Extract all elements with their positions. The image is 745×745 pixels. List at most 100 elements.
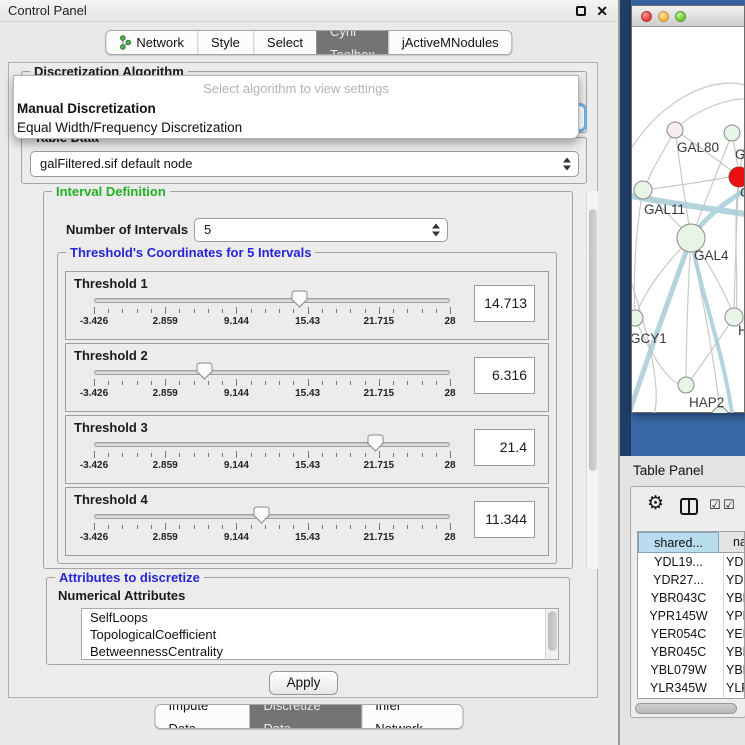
table-row[interactable]: YBR045CYBR0 <box>638 643 744 661</box>
attribute-list-item[interactable]: SelfLoops <box>82 609 558 626</box>
popup-placeholder: Select algorithm to view settings <box>14 79 578 99</box>
threshold-label: Threshold 4 <box>74 492 148 507</box>
column-header-shared-name[interactable]: shared... <box>638 532 719 553</box>
cell-shared-name: YDL19... <box>638 553 719 571</box>
table-panel-title: Table Panel <box>633 463 704 478</box>
slider-ticks <box>94 379 450 387</box>
attribute-list-item[interactable]: TopologicalCoefficient <box>82 626 558 643</box>
table-row[interactable]: YBR043CYBR0 <box>638 589 744 607</box>
right-area: GAL80GAGAL11CGAL4GCY1HHAP2 Table Panel ⚙… <box>620 0 745 745</box>
number-of-intervals-combo[interactable]: 5 <box>194 218 448 242</box>
checkbox-icon[interactable]: ☑ <box>709 498 721 513</box>
table-row[interactable]: YIL052CYIL0 <box>638 697 744 699</box>
slider-thumb[interactable] <box>253 506 270 524</box>
node-label-gcy1: GCY1 <box>632 331 667 346</box>
table-panel: ⚙ ☑ ☑ shared... na YDL19...YDL1YDR27...Y… <box>630 486 745 718</box>
threshold-slider-track[interactable] <box>94 442 450 447</box>
attributes-group: Attributes to discretize Numerical Attri… <box>46 577 570 665</box>
table-row[interactable]: YER054CYER0 <box>638 625 744 643</box>
attribute-list-item[interactable]: BetweennessCentrality <box>82 643 558 660</box>
interval-definition-group: Interval Definition Number of Intervals … <box>43 191 573 569</box>
network-window-titlebar <box>632 6 744 27</box>
close-icon[interactable]: ✕ <box>596 2 608 20</box>
tab-jactivemnodules[interactable]: jActiveMNodules <box>388 31 512 54</box>
node-table: shared... na YDL19...YDL1YDR27...YDR2YBR… <box>637 531 745 699</box>
cell-name: YIL0 <box>726 697 744 699</box>
slider-thumb[interactable] <box>367 434 384 452</box>
algorithm-popup: Select algorithm to view settings Manual… <box>13 75 579 139</box>
number-of-intervals-value: 5 <box>204 219 211 241</box>
table-row[interactable]: YLR345WYLR3 <box>638 679 744 697</box>
network-node-labels: GAL80GAGAL11CGAL4GCY1HHAP2 <box>632 140 744 410</box>
threshold-slider-track[interactable] <box>94 298 450 303</box>
table-row[interactable]: YDR27...YDR2 <box>638 571 744 589</box>
checkbox-icon[interactable]: ☑ <box>723 498 735 513</box>
gear-icon[interactable]: ⚙ <box>647 492 664 514</box>
tab-discretize-data[interactable]: Discretize Data <box>250 705 362 728</box>
attributes-scrollbar[interactable] <box>545 609 558 659</box>
threshold-slider-track[interactable] <box>94 514 450 519</box>
table-data-combo[interactable]: galFiltered.sif default node <box>30 151 579 177</box>
apply-button[interactable]: Apply <box>269 671 338 695</box>
threshold-label: Threshold 3 <box>74 420 148 435</box>
slider-tick-labels: -3.4262.8599.14415.4321.71528 <box>94 388 450 400</box>
columns-icon[interactable] <box>680 498 698 515</box>
tab-impute-data[interactable]: Impute Data <box>156 705 250 728</box>
slider-thumb[interactable] <box>196 362 213 380</box>
close-traffic-light[interactable] <box>641 11 652 22</box>
tab-label: Select <box>267 31 303 54</box>
desktop-edge <box>620 0 631 456</box>
popup-item[interactable]: Manual Discretization <box>14 99 578 118</box>
network-nodes <box>632 122 744 413</box>
tab-infer-network[interactable]: Infer Network <box>361 705 462 728</box>
numerical-attributes-list[interactable]: SelfLoopsTopologicalCoefficientBetweenne… <box>81 608 559 660</box>
minimize-traffic-light[interactable] <box>658 11 669 22</box>
threshold-value-field[interactable]: 6.316 <box>474 357 535 394</box>
node-label-ga: GA <box>735 147 744 162</box>
group-title-attributes: Attributes to discretize <box>55 570 204 585</box>
threshold-value-field[interactable]: 11.344 <box>474 501 535 538</box>
threshold-value-field[interactable]: 21.4 <box>474 429 535 466</box>
table-row[interactable]: YPR145WYPR1 <box>638 607 744 625</box>
numerical-attributes-label: Numerical Attributes <box>58 588 185 603</box>
table-panel-section: Table Panel ⚙ ☑ ☑ shared... na YDL19...Y… <box>620 456 745 745</box>
zoom-traffic-light[interactable] <box>675 11 686 22</box>
threshold-panel: Threshold 1-3.4262.8599.14415.4321.71528… <box>65 271 549 340</box>
cell-name: YLR3 <box>726 679 744 697</box>
tab-style[interactable]: Style <box>197 31 253 54</box>
popup-item[interactable]: Equal Width/Frequency Discretization <box>14 118 578 137</box>
control-panel-titlebar: Control Panel ✕ <box>0 0 618 22</box>
cell-name: YBR0 <box>726 643 744 661</box>
float-window-icon[interactable] <box>576 6 586 16</box>
panel-scrollbar[interactable] <box>586 191 598 569</box>
cell-shared-name: YER054C <box>638 625 719 643</box>
tab-cyni-toolbox[interactable]: Cyni Toolbox <box>316 31 388 54</box>
column-header-name[interactable]: na <box>720 532 745 553</box>
network-canvas[interactable]: GAL80GAGAL11CGAL4GCY1HHAP2 <box>632 27 744 413</box>
threshold-slider-track[interactable] <box>94 370 450 375</box>
cell-shared-name: YBR043C <box>638 589 719 607</box>
node-label-c: C <box>740 185 744 200</box>
cell-shared-name: YDR27... <box>638 571 719 589</box>
combo-stepper-icon <box>563 158 571 171</box>
tab-network[interactable]: Network <box>106 31 197 54</box>
tab-label: Cyni Toolbox <box>330 30 375 55</box>
table-hscrollbar[interactable] <box>635 703 743 714</box>
node-gcy1 <box>632 310 643 326</box>
table-row[interactable]: YDL19...YDL1 <box>638 553 744 571</box>
threshold-panel: Threshold 3-3.4262.8599.14415.4321.71528… <box>65 415 549 484</box>
tab-select[interactable]: Select <box>253 31 316 54</box>
node-red <box>729 167 744 187</box>
network-desktop: GAL80GAGAL11CGAL4GCY1HHAP2 <box>620 0 745 456</box>
node-gal11 <box>634 181 652 199</box>
slider-thumb[interactable] <box>291 290 308 308</box>
network-view-window[interactable]: GAL80GAGAL11CGAL4GCY1HHAP2 <box>631 5 745 413</box>
threshold-value-field[interactable]: 14.713 <box>474 285 535 322</box>
cell-shared-name: YPR145W <box>638 607 719 625</box>
tab-label: jActiveMNodules <box>402 31 499 54</box>
table-row[interactable]: YBL079WYBL0 <box>638 661 744 679</box>
cell-shared-name: YBL079W <box>638 661 719 679</box>
top-tab-bar: NetworkStyle Select Cyni Toolbox jActiveMNo… <box>105 30 512 55</box>
slider-ticks <box>94 307 450 315</box>
node-label-gal11: GAL11 <box>644 202 685 217</box>
